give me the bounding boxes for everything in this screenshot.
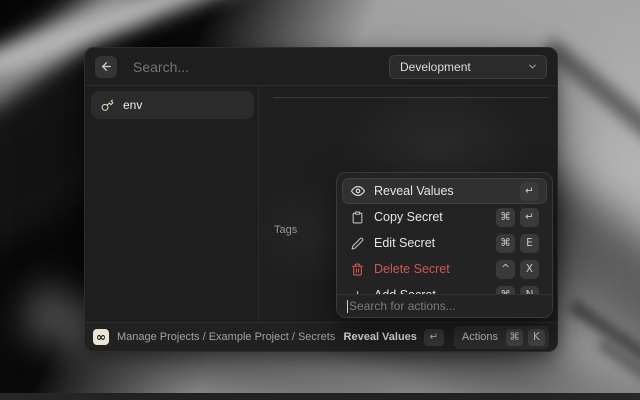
control-keycap: ^ xyxy=(496,260,515,279)
menu-item-delete-secret[interactable]: Delete Secret ^ X xyxy=(342,256,547,282)
actions-button[interactable]: Actions ⌘ K xyxy=(454,326,549,349)
reveal-values-shortcut[interactable]: Reveal Values ↵ xyxy=(344,329,444,346)
menu-item-shortcut: ^ X xyxy=(496,260,539,279)
chevron-down-icon xyxy=(527,61,538,72)
actions-menu: Reveal Values ↵ Copy Secret ⌘ ↵ Edit Sec… xyxy=(336,172,553,318)
eye-icon xyxy=(350,184,365,198)
menu-item-copy-secret[interactable]: Copy Secret ⌘ ↵ xyxy=(342,204,547,230)
text-caret xyxy=(347,300,348,313)
infinity-logo-icon: ∞ xyxy=(93,329,109,345)
menu-item-shortcut: ↵ xyxy=(520,182,539,201)
actions-label: Actions xyxy=(462,331,498,343)
actions-menu-list: Reveal Values ↵ Copy Secret ⌘ ↵ Edit Sec… xyxy=(337,173,552,313)
reveal-values-label: Reveal Values xyxy=(344,331,417,343)
sidebar-item-label: env xyxy=(123,98,142,112)
status-bar-actions: Reveal Values ↵ Actions ⌘ K xyxy=(344,326,549,349)
clipboard-icon xyxy=(350,211,365,224)
menu-item-label: Copy Secret xyxy=(374,210,443,224)
arrow-left-icon xyxy=(100,60,113,73)
menu-item-shortcut: ⌘ ↵ xyxy=(496,208,539,227)
menu-item-shortcut: ⌘ E xyxy=(496,234,539,253)
return-keycap: ↵ xyxy=(520,182,539,201)
key-icon xyxy=(101,99,114,112)
content-divider xyxy=(273,97,548,98)
menu-item-label: Delete Secret xyxy=(374,262,450,276)
environment-selector[interactable]: Development xyxy=(389,55,547,79)
command-keycap: ⌘ xyxy=(506,329,523,346)
environment-value: Development xyxy=(400,60,471,74)
command-keycap: ⌘ xyxy=(496,234,515,253)
menu-item-label: Edit Secret xyxy=(374,236,435,250)
menu-item-edit-secret[interactable]: Edit Secret ⌘ E xyxy=(342,230,547,256)
breadcrumb: Manage Projects / Example Project / Secr… xyxy=(117,331,335,343)
menu-search xyxy=(337,294,552,317)
pencil-icon xyxy=(350,237,365,250)
sidebar: env xyxy=(85,86,259,322)
return-keycap: ↵ xyxy=(424,329,444,346)
command-keycap: ⌘ xyxy=(496,208,515,227)
trash-icon xyxy=(350,263,365,276)
window-header: Development xyxy=(85,48,557,86)
tags-label: Tags xyxy=(274,224,297,236)
actions-search-input[interactable] xyxy=(337,295,552,317)
sidebar-item-env[interactable]: env xyxy=(91,91,254,119)
menu-item-label: Reveal Values xyxy=(374,184,454,198)
status-bar: ∞ Manage Projects / Example Project / Se… xyxy=(85,322,557,351)
background-bottom-strip xyxy=(0,393,640,400)
search-input[interactable] xyxy=(133,59,389,75)
k-keycap: K xyxy=(528,329,545,346)
e-keycap: E xyxy=(520,234,539,253)
x-keycap: X xyxy=(520,260,539,279)
back-button[interactable] xyxy=(95,56,117,78)
menu-item-reveal-values[interactable]: Reveal Values ↵ xyxy=(342,178,547,204)
return-keycap: ↵ xyxy=(520,208,539,227)
